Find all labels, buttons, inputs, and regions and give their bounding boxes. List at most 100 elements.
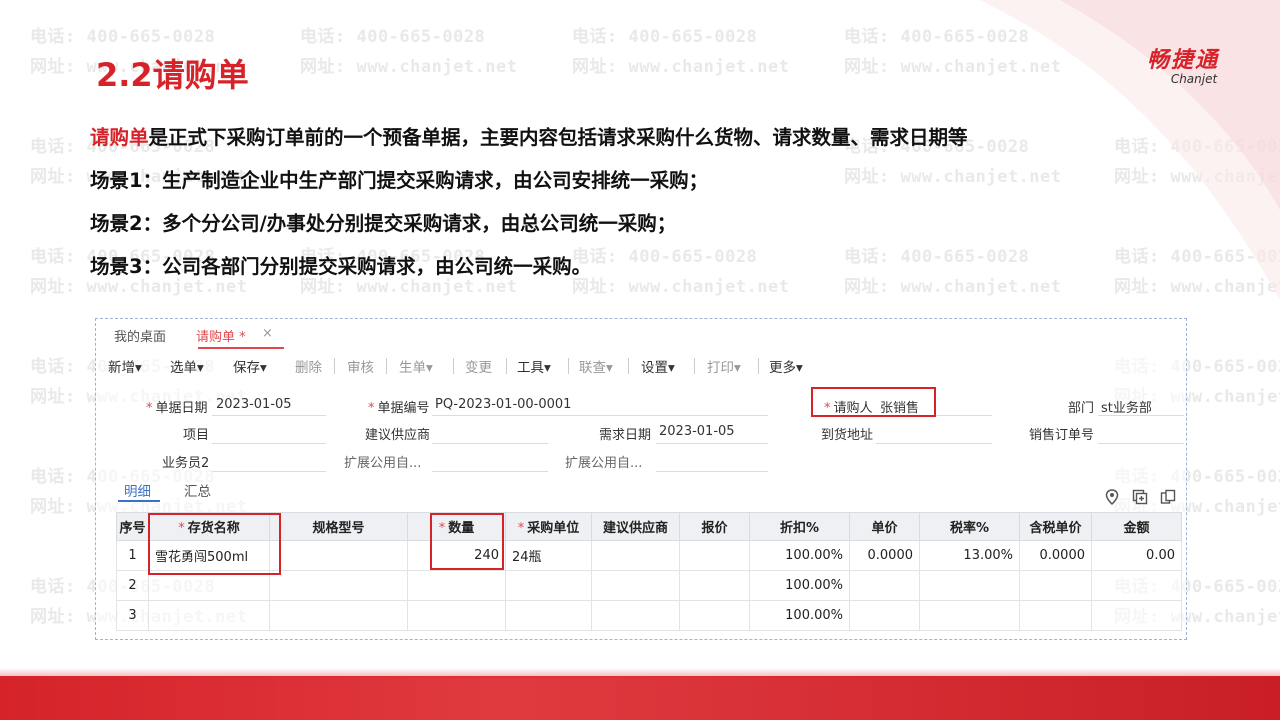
cell-discount[interactable]: 100.00% xyxy=(749,540,850,571)
cell-spec[interactable] xyxy=(269,600,408,631)
settings-button[interactable]: 设置▾ xyxy=(641,356,675,376)
col-header-unit[interactable]: * 采购单位 xyxy=(505,512,592,541)
col-header-amount[interactable]: 金额 xyxy=(1091,512,1182,541)
cell-index: 2 xyxy=(116,570,149,601)
dept-label: 部门 xyxy=(1068,401,1095,416)
col-header-quote[interactable]: 报价 xyxy=(679,512,750,541)
need-date-field[interactable]: 2023-01-05 xyxy=(659,424,735,439)
address-field[interactable] xyxy=(876,443,992,444)
cell-price[interactable] xyxy=(849,570,920,601)
watermark-site: 网址: www.chanjet.net xyxy=(572,57,790,77)
footer-band xyxy=(0,668,1280,720)
watermark-phone: 电话: 400-665-0028 xyxy=(572,27,758,47)
generate-button[interactable]: 生单▾ xyxy=(399,356,433,376)
supplier-field[interactable] xyxy=(432,443,548,444)
watermark-phone: 电话: 400-665-0028 xyxy=(1114,247,1280,267)
window-tabs: 我的桌面 请购单 * × xyxy=(96,319,1186,349)
add-button[interactable]: 新增▾ xyxy=(108,356,142,376)
address-label: 到货地址 xyxy=(821,428,874,443)
doc-no-field[interactable]: PQ-2023-01-00-0001 xyxy=(435,397,571,412)
highlight-requester xyxy=(811,387,936,417)
location-icon[interactable] xyxy=(1105,489,1119,505)
col-header-tax-rate[interactable]: 税率% xyxy=(919,512,1020,541)
active-tab-indicator xyxy=(198,347,284,349)
cell-tax-price[interactable]: 0.0000 xyxy=(1019,540,1092,571)
ext-field-1-label: 扩展公用自... xyxy=(344,456,422,471)
cell-discount[interactable]: 100.00% xyxy=(749,600,850,631)
delete-button[interactable]: 删除 xyxy=(295,356,322,376)
cell-tax-rate[interactable] xyxy=(919,600,1020,631)
cell-tax-price[interactable] xyxy=(1019,600,1092,631)
cell-tax-price[interactable] xyxy=(1019,570,1092,601)
date-underline xyxy=(212,415,326,416)
cell-tax-rate[interactable]: 13.00% xyxy=(919,540,1020,571)
cell-tax-rate[interactable] xyxy=(919,570,1020,601)
cell-qty[interactable] xyxy=(407,570,506,601)
ext-field-2-label: 扩展公用自... xyxy=(565,456,643,471)
cell-unit[interactable] xyxy=(505,570,592,601)
col-header-tax-price[interactable]: 含税单价 xyxy=(1019,512,1092,541)
intro-highlight: 请购单 xyxy=(90,126,149,149)
cell-quote[interactable] xyxy=(679,570,750,601)
scene-2: 场景2：多个分公司/办事处分别提交采购请求，由总公司统一采购； xyxy=(90,212,677,235)
print-button[interactable]: 打印▾ xyxy=(707,356,741,376)
cell-unit[interactable]: 24瓶 xyxy=(505,540,592,571)
tab-detail[interactable]: 明细 xyxy=(124,480,151,500)
dept-field[interactable]: st业务部 xyxy=(1101,397,1152,416)
cell-index: 3 xyxy=(116,600,149,631)
tools-button[interactable]: 工具▾ xyxy=(517,356,551,376)
toolbar: 新增▾ 选单▾ 保存▾ 删除 审核 生单▾ 变更 工具▾ 联查▾ 设置▾ 打印▾… xyxy=(96,352,1186,378)
scene-1: 场景1：生产制造企业中生产部门提交采购请求，由公司安排统一采购； xyxy=(90,169,709,192)
toolbar-divider xyxy=(506,358,507,374)
cell-discount[interactable]: 100.00% xyxy=(749,570,850,601)
cell-price[interactable] xyxy=(849,600,920,631)
cell-supplier[interactable] xyxy=(591,540,680,571)
cell-item-name[interactable] xyxy=(148,600,270,631)
detail-tab-indicator xyxy=(118,500,160,502)
cell-supplier[interactable] xyxy=(591,570,680,601)
sales-order-field[interactable] xyxy=(1098,443,1184,444)
cell-supplier[interactable] xyxy=(591,600,680,631)
change-button[interactable]: 变更 xyxy=(465,356,492,376)
cell-spec[interactable] xyxy=(269,570,408,601)
col-header-spec[interactable]: 规格型号 xyxy=(269,512,408,541)
cell-price[interactable]: 0.0000 xyxy=(849,540,920,571)
cell-amount[interactable] xyxy=(1091,600,1182,631)
table-row: 2 100.00% xyxy=(116,570,1182,601)
date-field[interactable]: 2023-01-05 xyxy=(216,397,292,412)
salesman-field[interactable] xyxy=(212,471,326,472)
col-header-discount[interactable]: 折扣% xyxy=(749,512,850,541)
ext-field-1[interactable] xyxy=(432,471,548,472)
toolbar-divider xyxy=(694,358,695,374)
cell-unit[interactable] xyxy=(505,600,592,631)
audit-button[interactable]: 审核 xyxy=(347,356,374,376)
tab-summary[interactable]: 汇总 xyxy=(184,480,211,500)
cell-spec[interactable] xyxy=(269,540,408,571)
watermark-site: 网址: www.chanjet.net xyxy=(1114,167,1280,187)
more-button[interactable]: 更多▾ xyxy=(769,356,803,376)
table-row: 3 100.00% xyxy=(116,600,1182,631)
date-label: * 单据日期 xyxy=(146,401,208,416)
col-header-supplier[interactable]: 建议供应商 xyxy=(591,512,680,541)
cell-amount[interactable]: 0.00 xyxy=(1091,540,1182,571)
ext-field-2[interactable] xyxy=(656,471,768,472)
query-button[interactable]: 联查▾ xyxy=(579,356,613,376)
watermark-phone: 电话: 400-665-0028 xyxy=(1114,137,1280,157)
select-button[interactable]: 选单▾ xyxy=(170,356,204,376)
copy-row-icon[interactable] xyxy=(1160,489,1176,505)
logo-english: Chanjet xyxy=(1170,72,1218,86)
tab-my-desktop[interactable]: 我的桌面 xyxy=(114,326,166,345)
project-field[interactable] xyxy=(212,443,326,444)
doc-no-underline xyxy=(432,415,768,416)
cell-amount[interactable] xyxy=(1091,570,1182,601)
cell-quote[interactable] xyxy=(679,540,750,571)
cell-item-name[interactable] xyxy=(148,570,270,601)
close-icon[interactable]: × xyxy=(262,326,273,341)
cell-qty[interactable] xyxy=(407,600,506,631)
cell-quote[interactable] xyxy=(679,600,750,631)
tab-purchase-request[interactable]: 请购单 * xyxy=(196,326,246,345)
col-header-price[interactable]: 单价 xyxy=(849,512,920,541)
save-button[interactable]: 保存▾ xyxy=(233,356,267,376)
add-row-icon[interactable] xyxy=(1132,489,1148,505)
slide-title: 2.2请购单 xyxy=(96,56,249,94)
